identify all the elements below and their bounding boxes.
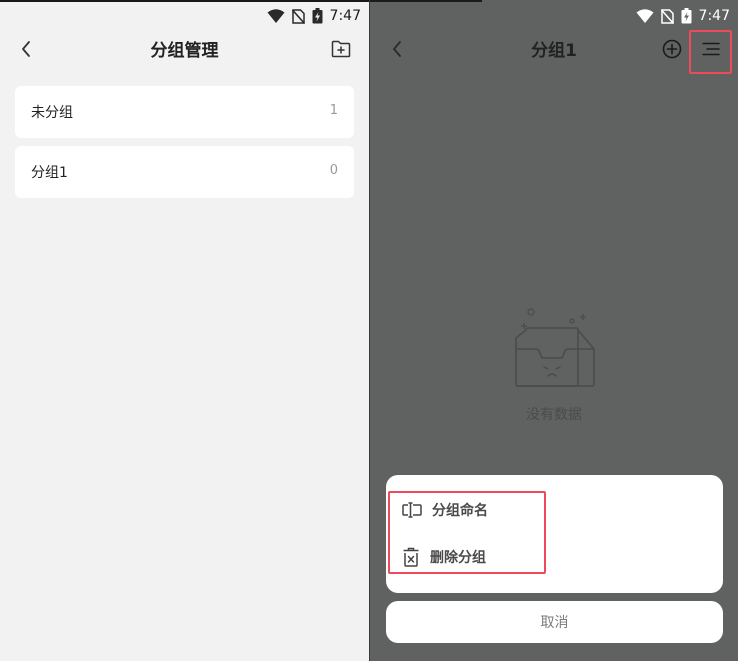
page-title: 分组管理 <box>150 41 219 61</box>
no-sim-icon <box>291 8 305 24</box>
folder-add-icon <box>331 40 351 58</box>
group-name: 未分组 <box>31 105 73 121</box>
status-time: 7:47 <box>329 8 361 24</box>
add-group-button[interactable] <box>328 36 354 62</box>
status-bar: 7:47 <box>370 2 738 28</box>
status-icons: 7:47 <box>267 6 361 26</box>
action-label: 分组命名 <box>432 503 488 519</box>
action-label: 删除分组 <box>430 550 486 566</box>
action-sheet: 分组命名 删除分组 <box>386 475 723 593</box>
no-sim-icon <box>660 8 674 24</box>
plus-circle-icon <box>662 39 682 59</box>
group-count: 1 <box>329 103 338 118</box>
battery-charging-icon <box>312 8 323 24</box>
cancel-label: 取消 <box>540 615 569 631</box>
delete-group-icon <box>403 547 419 567</box>
menu-button[interactable] <box>698 36 724 62</box>
battery-charging-icon <box>681 8 692 24</box>
wifi-icon <box>636 9 654 23</box>
menu-lines-icon <box>702 42 720 56</box>
add-item-button[interactable] <box>659 36 685 62</box>
group-management-screen: 7:47 分组管理 未分组 1 分组1 0 <box>0 0 369 661</box>
delete-group-button[interactable]: 删除分组 <box>402 540 542 574</box>
group-row-group1[interactable]: 分组1 0 <box>15 146 354 198</box>
group-detail-screen: 7:47 分组1 没有数据 分组命名 删除分组 取消 <box>370 0 738 661</box>
wifi-icon <box>267 9 285 23</box>
status-bar: 7:47 <box>0 2 369 28</box>
empty-state: 没有数据 <box>370 302 738 423</box>
status-time: 7:47 <box>698 8 730 24</box>
cancel-button[interactable]: 取消 <box>386 601 723 643</box>
empty-message: 没有数据 <box>526 407 582 423</box>
rename-icon <box>402 502 422 518</box>
group-row-ungrouped[interactable]: 未分组 1 <box>15 86 354 138</box>
group-name: 分组1 <box>31 165 68 181</box>
rename-group-button[interactable]: 分组命名 <box>402 493 542 527</box>
status-icons: 7:47 <box>636 6 730 26</box>
nav-bar: 分组1 <box>370 28 738 70</box>
group-count: 0 <box>329 163 338 178</box>
nav-bar: 分组管理 <box>0 28 369 70</box>
empty-box-icon <box>515 308 595 387</box>
